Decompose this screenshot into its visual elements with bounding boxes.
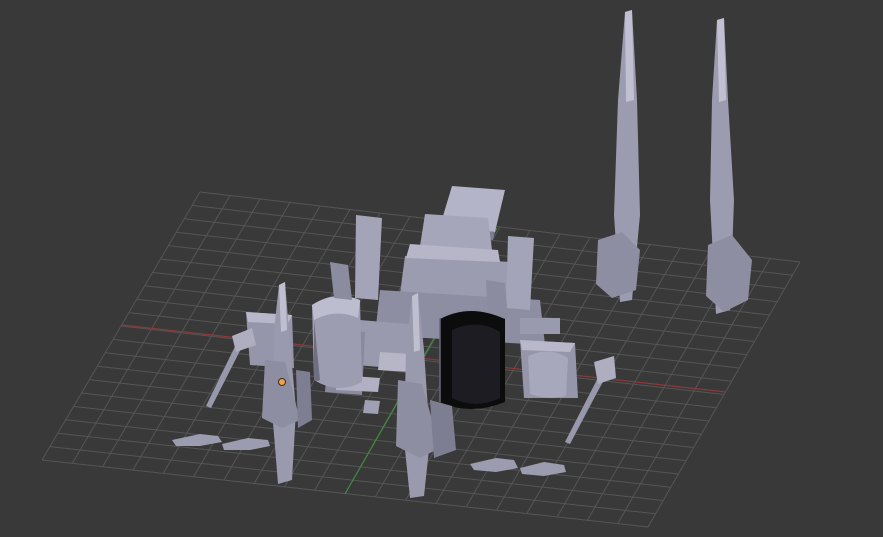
rear-left-tower[interactable]: [596, 10, 640, 302]
left-front-spire[interactable]: [262, 282, 312, 484]
selected-cylinder[interactable]: [439, 309, 506, 409]
right-turret-block[interactable]: [520, 340, 578, 398]
rear-right-tower[interactable]: [706, 18, 752, 314]
object-origin-marker[interactable]: [278, 378, 286, 386]
viewport-canvas[interactable]: [0, 0, 883, 537]
left-cylinder-module[interactable]: [312, 296, 362, 389]
3d-viewport[interactable]: [0, 0, 883, 537]
left-upright-fin[interactable]: [330, 215, 382, 300]
